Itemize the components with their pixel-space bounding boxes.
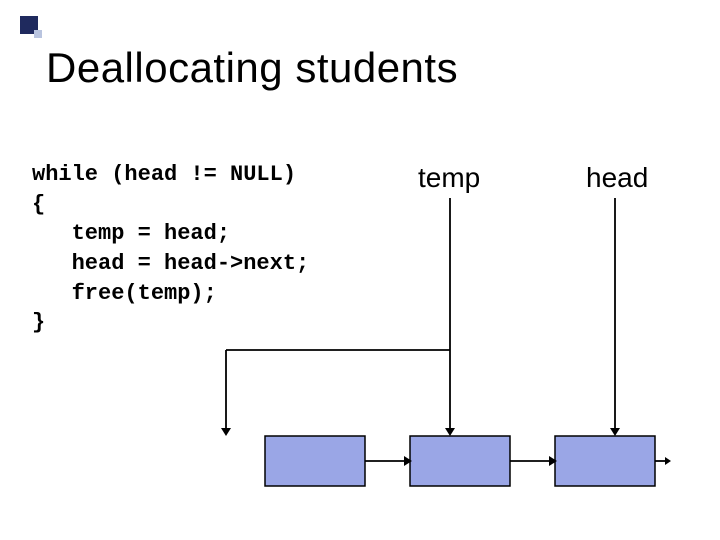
code-line: while (head != NULL) — [32, 162, 296, 187]
code-line: temp = head; — [32, 221, 230, 246]
page-title: Deallocating students — [46, 44, 458, 92]
code-snippet: while (head != NULL) { temp = head; head… — [32, 160, 309, 338]
arrow-head-icon — [221, 428, 231, 436]
arrow-head-icon — [445, 428, 455, 436]
code-line: } — [32, 310, 45, 335]
list-node — [410, 436, 510, 486]
pointer-label-head: head — [586, 162, 648, 194]
arrow-head-icon — [610, 428, 620, 436]
list-node — [555, 436, 655, 486]
slide-bullet-decoration — [20, 16, 42, 38]
pointer-label-temp: temp — [418, 162, 480, 194]
code-line: { — [32, 192, 45, 217]
arrow-head-icon — [549, 456, 557, 466]
code-line: free(temp); — [32, 281, 217, 306]
arrow-head-icon — [665, 457, 671, 465]
arrow-head-icon — [404, 456, 412, 466]
list-node — [265, 436, 365, 486]
code-line: head = head->next; — [32, 251, 309, 276]
